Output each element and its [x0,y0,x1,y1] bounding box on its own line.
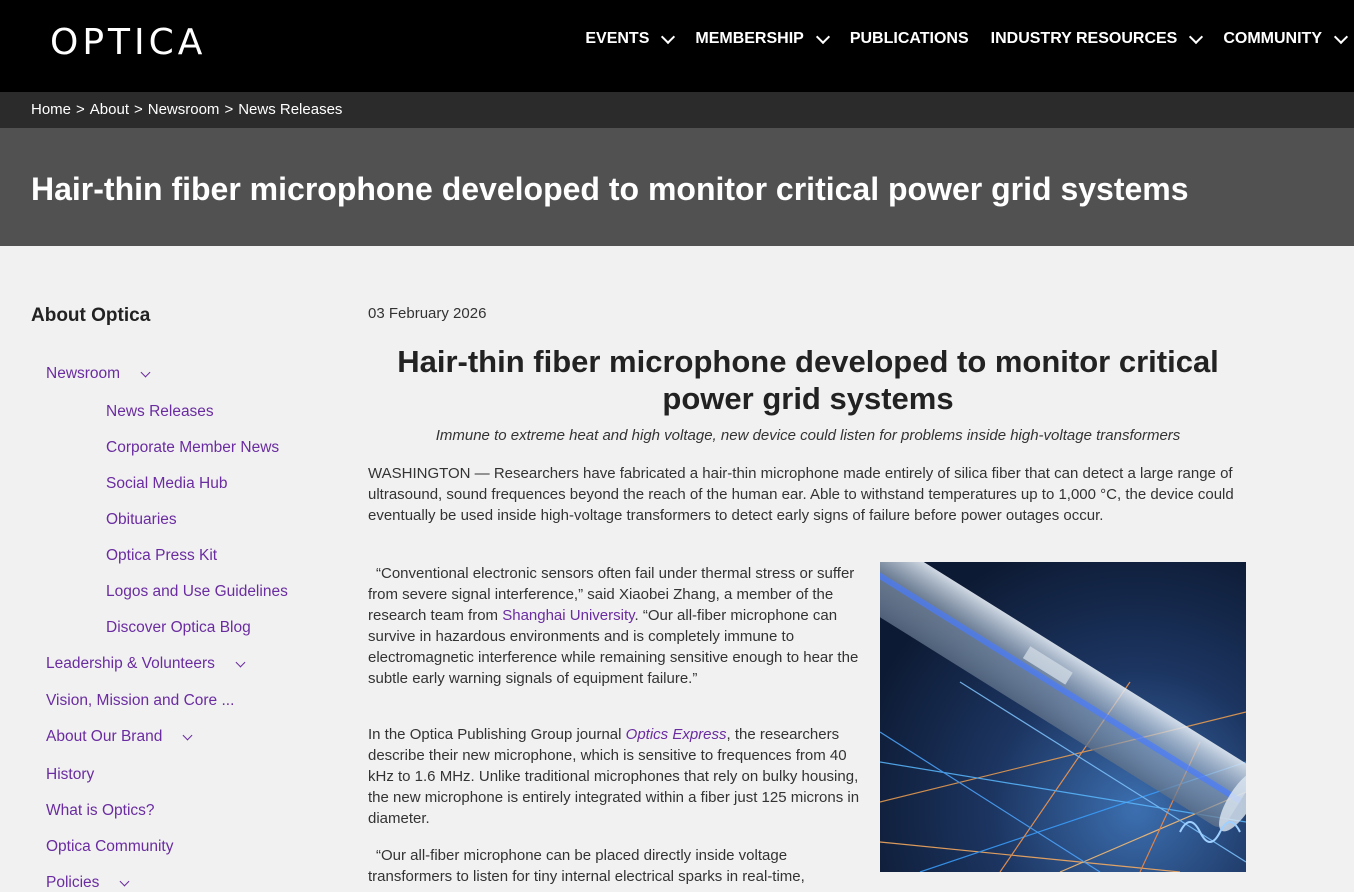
chevron-down-icon[interactable] [140,367,151,377]
sidebar-item-press-kit[interactable]: Optica Press Kit [106,547,217,565]
sidebar-item-blog[interactable]: Discover Optica Blog [106,619,251,637]
article-paragraph: “Conventional electronic sensors often f… [368,563,860,689]
sidebar-item-newsroom[interactable]: Newsroom [46,365,151,383]
fiber-microphone-image [880,562,1246,872]
nav-industry-resources[interactable]: INDUSTRY RESOURCES [990,29,1204,48]
nav-publications[interactable]: PUBLICATIONS [850,30,969,48]
top-navigation: OPTICA EVENTS MEMBERSHIP PUBLICATIONS IN… [0,0,1354,92]
nav-community[interactable]: COMMUNITY [1223,29,1349,48]
nav-publications-label: PUBLICATIONS [849,30,969,47]
sidebar-item-corporate-member-news[interactable]: Corporate Member News [106,439,279,457]
sidebar-item-what-is-optics[interactable]: What is Optics? [46,802,155,820]
article-title-line: Hair-thin fiber microphone developed to … [397,344,1219,379]
article-subtitle: Immune to extreme heat and high voltage,… [435,427,1181,444]
chevron-down-icon[interactable] [235,657,246,667]
article-date: 03 February 2026 [368,305,487,322]
article-title: Hair-thin fiber microphone developed to … [368,343,1248,417]
breadcrumb-separator: > [76,101,85,118]
fiber-illustration [880,562,1246,872]
sidebar-item-obituaries[interactable]: Obituaries [106,511,177,529]
sidebar-item-label: About Our Brand [46,728,163,745]
chevron-down-icon [1189,29,1204,44]
sidebar-item-label: Newsroom [46,365,121,382]
breadcrumb-bar: Home > About > Newsroom > News Releases [0,92,1354,128]
sidebar-item-history[interactable]: History [46,766,94,784]
nav-events[interactable]: EVENTS [585,29,676,48]
breadcrumb-about[interactable]: About [90,101,129,118]
page-title: Hair-thin fiber microphone developed to … [31,171,1189,207]
sidebar-item-vision[interactable]: Vision, Mission and Core ... [46,692,234,710]
paragraph-text: In the Optica Publishing Group journal [368,726,626,743]
breadcrumb-separator: > [224,101,234,118]
chevron-down-icon[interactable] [182,730,193,740]
sidebar-heading: About Optica [31,305,151,326]
chevron-down-icon[interactable] [119,876,130,886]
sidebar-item-policies[interactable]: Policies [46,874,130,892]
chevron-down-icon [661,29,676,44]
article: 03 February 2026 Hair-thin fiber microph… [368,305,1248,444]
chevron-down-icon [815,29,830,44]
sidebar-item-social-media-hub[interactable]: Social Media Hub [106,475,227,493]
breadcrumb-home[interactable]: Home [31,101,71,118]
optics-express-link[interactable]: Optics Express [626,726,727,743]
article-title-line: power grid systems [662,381,954,416]
title-banner: Hair-thin fiber microphone developed to … [0,128,1354,246]
sidebar: About Optica Newsroom News Releases Corp… [31,305,331,891]
article-paragraph: In the Optica Publishing Group journal O… [368,724,868,829]
nav-industry-resources-label: INDUSTRY RESOURCES [990,30,1178,47]
optica-logo[interactable]: OPTICA [50,22,206,63]
breadcrumb-news-releases[interactable]: News Releases [238,101,342,118]
article-paragraph: “Our all-fiber microphone can be placed … [368,847,805,885]
shanghai-university-link[interactable]: Shanghai University [502,607,634,624]
nav-membership[interactable]: MEMBERSHIP [695,29,830,48]
nav-community-label: COMMUNITY [1223,30,1322,47]
main-menu: EVENTS MEMBERSHIP PUBLICATIONS INDUSTRY … [563,29,1349,48]
sidebar-item-news-releases[interactable]: News Releases [106,403,214,421]
chevron-down-icon [1333,29,1349,44]
breadcrumb-separator: > [133,101,143,118]
sidebar-item-label: Policies [46,874,100,891]
sidebar-item-leadership[interactable]: Leadership & Volunteers [46,655,246,673]
sidebar-item-brand[interactable]: About Our Brand [46,728,193,746]
breadcrumb-newsroom[interactable]: Newsroom [148,101,220,118]
nav-membership-label: MEMBERSHIP [695,30,804,47]
breadcrumb: Home > About > Newsroom > News Releases [31,101,347,118]
sidebar-item-label: Leadership & Volunteers [46,655,215,672]
nav-events-label: EVENTS [585,30,650,47]
article-paragraph: WASHINGTON — Researchers have fabricated… [368,465,1234,524]
sidebar-item-logos[interactable]: Logos and Use Guidelines [106,583,288,601]
sidebar-item-community[interactable]: Optica Community [46,838,173,856]
